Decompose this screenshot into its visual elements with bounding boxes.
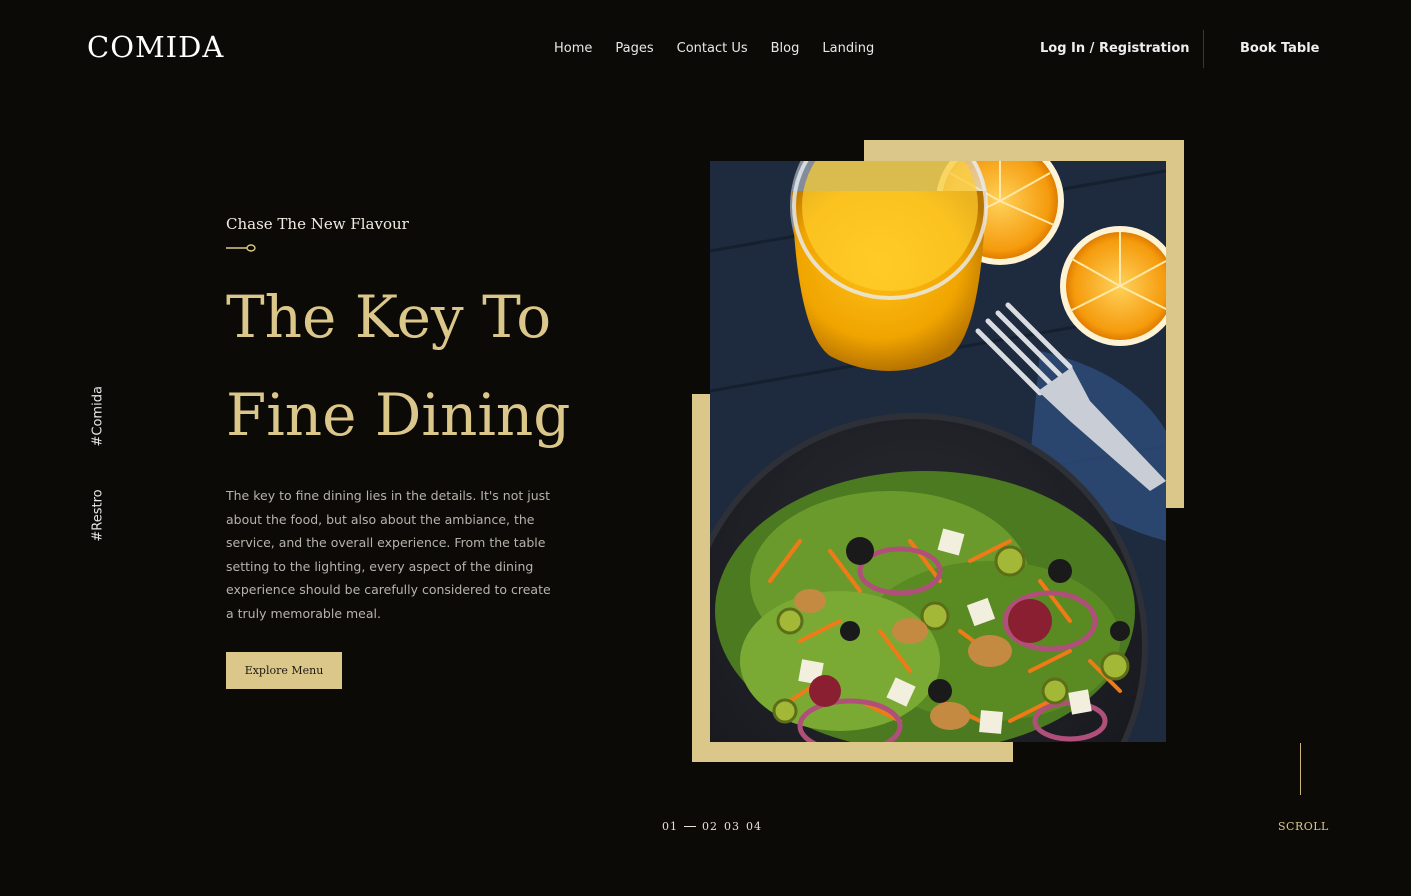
hero-headline: The Key To Fine Dining [226,268,570,464]
scroll-indicator-line [1300,743,1301,795]
book-table-button[interactable]: Book Table [1240,41,1320,56]
nav-blog[interactable]: Blog [771,41,800,56]
scroll-label[interactable]: SCROLL [1278,820,1329,833]
slide-pager: 01 02 03 04 [662,820,768,833]
login-registration-link[interactable]: Log In / Registration [1040,41,1190,56]
pager-item-3[interactable]: 03 [724,820,740,833]
headline-line-2: Fine Dining [226,381,571,449]
headline-line-1: The Key To [226,283,552,351]
header-divider [1203,30,1204,68]
pager-current[interactable]: 01 [662,820,678,833]
brand-logo[interactable]: COMIDA [87,30,224,64]
pager-item-4[interactable]: 04 [746,820,762,833]
explore-menu-button[interactable]: Explore Menu [226,652,342,689]
pager-item-2[interactable]: 02 [702,820,718,833]
nav-pages[interactable]: Pages [615,41,653,56]
food-photo-illustration [710,161,1166,742]
spoon-icon [226,244,256,252]
nav-home[interactable]: Home [554,41,592,56]
nav-landing[interactable]: Landing [822,41,874,56]
hero-food-image [710,161,1166,742]
pager-dash [684,826,696,827]
side-tag-comida: #Comida [90,386,106,447]
nav-contact-us[interactable]: Contact Us [677,41,748,56]
hero-subtitle: Chase The New Flavour [226,215,409,233]
hero-description: The key to fine dining lies in the detai… [226,488,551,621]
main-nav: Home Pages Contact Us Blog Landing [554,41,897,56]
side-tag-restro: #Restro [90,489,106,542]
